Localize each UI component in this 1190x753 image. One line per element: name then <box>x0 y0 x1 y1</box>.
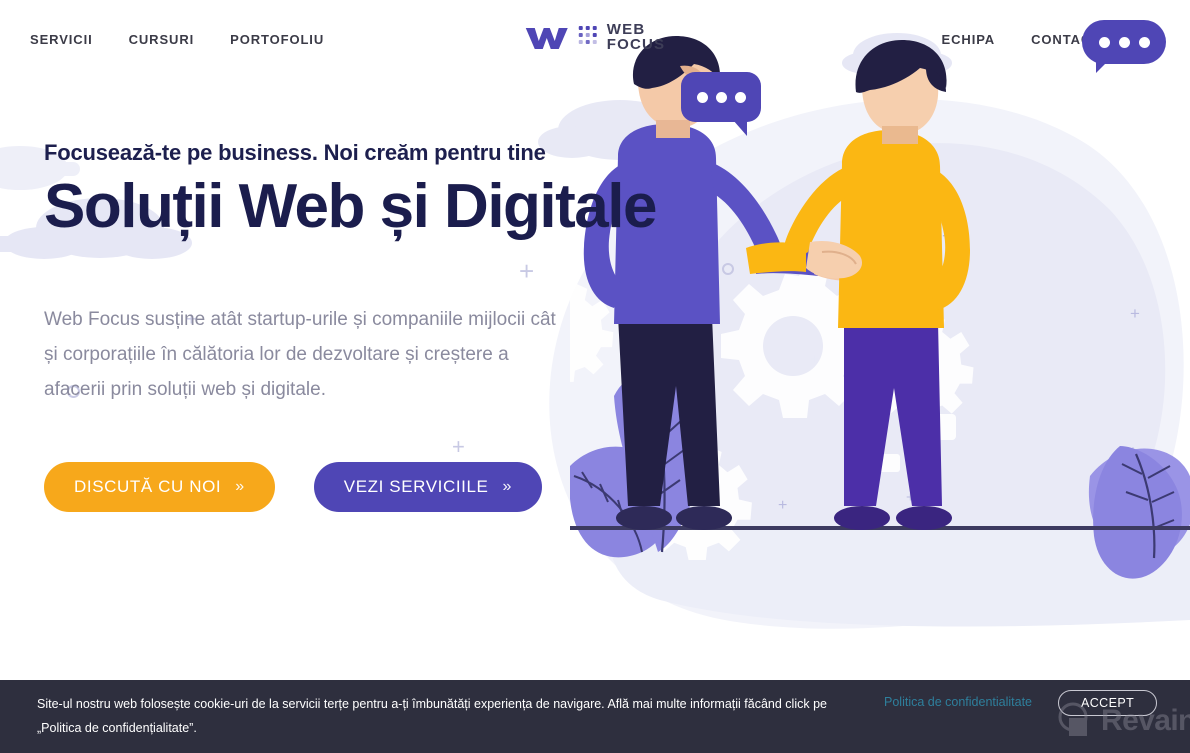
page-root: + + + + + + + + + + <box>0 0 1190 753</box>
nav-item-echipa[interactable]: ECHIPA <box>942 32 996 47</box>
privacy-policy-link[interactable]: Politica de confidentialitate <box>884 695 1032 709</box>
cookie-banner-text: Site-ul nostru web folosește cookie-uri … <box>37 697 827 735</box>
hero-section: Focusează-te pe business. Noi creăm pent… <box>44 140 704 407</box>
hero-kicker: Focusează-te pe business. Noi creăm pent… <box>44 140 546 165</box>
chat-dot-icon <box>1118 36 1130 48</box>
dot-matrix-icon <box>578 26 597 45</box>
chat-dot-icon <box>696 91 708 103</box>
plant-right <box>1088 446 1190 579</box>
chat-dot-icon <box>734 91 746 103</box>
nav-item-cursuri[interactable]: CURSURI <box>129 32 195 47</box>
chevron-right-icon: » <box>502 478 512 495</box>
chat-widget-button[interactable] <box>1082 20 1166 73</box>
hero-cta-row: DISCUTĂ CU NOI » VEZI SERVICIILE » <box>44 462 542 512</box>
vezi-serviciile-button[interactable]: VEZI SERVICIILE » <box>313 462 542 512</box>
nav-item-portofoliu[interactable]: PORTOFOLIU <box>230 32 324 47</box>
primary-nav-left: SERVICII CURSURI PORTOFOLIU <box>30 32 324 47</box>
chat-dot-icon <box>1098 36 1110 48</box>
nav-item-servicii[interactable]: SERVICII <box>30 32 93 47</box>
logo-line-2: FOCUS <box>606 36 666 54</box>
person-right <box>746 40 970 530</box>
site-logo[interactable]: WEB FOCUS <box>525 22 666 53</box>
vezi-serviciile-label: VEZI SERVICIILE <box>343 477 489 496</box>
hero-paragraph: Web Focus susține atât startup-urile și … <box>44 309 556 400</box>
chat-dot-icon <box>715 91 727 103</box>
decor-plus-icon: + <box>452 434 465 459</box>
cookie-banner: Site-ul nostru web folosește cookie-uri … <box>0 680 1190 753</box>
discuta-cu-noi-label: DISCUTĂ CU NOI <box>74 477 222 496</box>
chat-dot-icon <box>1138 36 1150 48</box>
logo-line-1: WEB <box>606 21 646 38</box>
site-header: SERVICII CURSURI PORTOFOLIU WEB FOCUS EC… <box>0 0 1190 85</box>
webfocus-w-mark-icon <box>525 28 568 50</box>
discuta-cu-noi-button[interactable]: DISCUTĂ CU NOI » <box>44 462 275 512</box>
page-title: Soluții Web și Digitale <box>44 172 658 242</box>
logo-wordmark: WEB FOCUS <box>607 22 666 53</box>
chevron-right-icon: » <box>235 478 245 495</box>
accept-cookies-button[interactable]: ACCEPT <box>1058 690 1158 716</box>
